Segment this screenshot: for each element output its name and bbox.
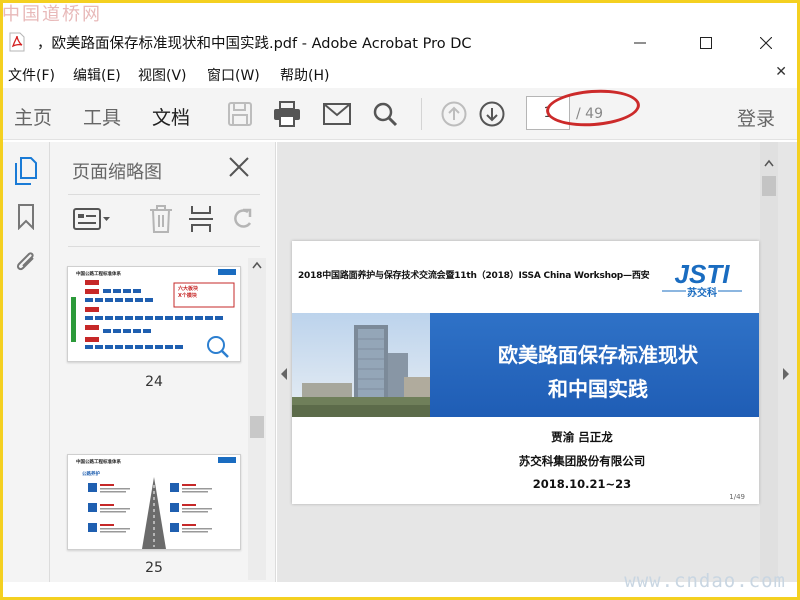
scroll-up-arrow-icon — [252, 261, 262, 269]
print-button[interactable] — [271, 98, 303, 130]
watermark-bottom: www.cndao.com — [624, 570, 786, 592]
menu-file[interactable]: 文件(F) — [8, 65, 55, 85]
slide-header: 2018中国路面养护与保存技术交流会暨11th（2018）ISSA China … — [298, 271, 650, 281]
thumbnail-page-label: 25 — [145, 560, 163, 576]
save-icon — [228, 102, 252, 126]
jsti-logo: JSTI 苏交科 — [662, 259, 742, 299]
page-thumbnails-icon — [15, 157, 37, 185]
title-bar: ，欧美路面保存标准现状和中国实践.pdf - Adobe Acrobat Pro… — [3, 24, 797, 60]
trash-icon — [150, 205, 172, 233]
pdf-page-1: 2018中国路面养护与保存技术交流会暨11th（2018）ISSA China … — [292, 241, 759, 504]
maximize-button[interactable] — [683, 28, 729, 58]
menu-view[interactable]: 视图(V) — [138, 65, 187, 85]
collapse-left-arrow-icon[interactable] — [280, 368, 288, 380]
insert-page-icon — [189, 206, 213, 232]
thumb-diagram — [71, 280, 235, 358]
thumbnail-panel: 页面缩略图 中国公路工程标准体系 六大板块 X个模块 24 中国公路工程标准体系… — [50, 142, 276, 582]
page-thumbnail-25[interactable]: 中国公路工程标准体系 公路养护 — [67, 454, 241, 550]
login-link[interactable]: 登录 — [737, 104, 775, 131]
toolbar: 主页 工具 文档 — [3, 88, 797, 140]
paperclip-icon — [16, 252, 34, 271]
rotate-icon — [234, 208, 252, 228]
panel-divider — [68, 194, 260, 195]
close-icon — [229, 157, 249, 177]
slide-title-line2: 和中国实践 — [548, 377, 648, 401]
bookmark-icon — [18, 204, 34, 230]
maximize-icon — [700, 37, 712, 49]
save-button[interactable] — [224, 98, 256, 130]
slide-page-number: 1/49 — [729, 493, 745, 501]
thumbnail-options-button[interactable] — [72, 204, 112, 234]
page-thumbnail-24[interactable]: 中国公路工程标准体系 六大板块 X个模块 — [67, 266, 241, 362]
panel-title: 页面缩略图 — [72, 162, 162, 183]
page-up-icon — [441, 101, 467, 127]
attachments-button[interactable] — [11, 246, 41, 276]
watermark-top: 中国道桥网 — [2, 4, 102, 25]
mail-icon — [323, 103, 351, 125]
page-down-icon — [479, 101, 505, 127]
thumbnail-page-label: 24 — [145, 374, 163, 390]
toolbar-separator — [421, 98, 422, 130]
thumb-callout: 六大板块 X个模块 — [178, 286, 198, 300]
email-button[interactable] — [321, 98, 353, 130]
svg-text:JSTI: JSTI — [675, 259, 731, 289]
tab-tools[interactable]: 工具 — [83, 103, 121, 130]
close-window-button[interactable] — [743, 28, 789, 58]
menu-window[interactable]: 窗口(W) — [207, 65, 260, 85]
slide-company: 苏交科集团股份有限公司 — [518, 454, 646, 468]
thumb-callout-line: X个模块 — [178, 293, 197, 299]
rotate-page-button[interactable] — [226, 204, 260, 234]
menu-edit[interactable]: 编辑(E) — [73, 65, 121, 85]
tab-home[interactable]: 主页 — [14, 103, 52, 130]
insert-page-button[interactable] — [184, 204, 218, 234]
building-photo — [292, 313, 430, 417]
close-icon — [760, 37, 772, 49]
collapse-right-arrow-icon[interactable] — [782, 368, 790, 380]
options-menu-icon — [73, 208, 110, 230]
slide-date: 2018.10.21~23 — [532, 477, 632, 491]
menu-bar: 文件(F) 编辑(E) 视图(V) 窗口(W) 帮助(H) ✕ — [3, 60, 797, 86]
tab-document[interactable]: 文档 — [152, 103, 190, 130]
scrollbar-thumb[interactable] — [762, 176, 776, 196]
thumb-callout-line: 六大板块 — [178, 286, 199, 292]
search-button[interactable] — [369, 98, 401, 130]
thumbnail-scrollbar[interactable] — [248, 258, 266, 580]
page-thumbnails-button[interactable] — [11, 156, 41, 186]
thumb-road-diagram — [88, 457, 236, 549]
bookmarks-button[interactable] — [11, 202, 41, 232]
pdf-file-icon — [9, 32, 25, 52]
minimize-button[interactable] — [617, 28, 663, 58]
window-title: ，欧美路面保存标准现状和中国实践.pdf - Adobe Acrobat Pro… — [37, 36, 472, 52]
panel-close-button[interactable] — [226, 154, 252, 180]
search-icon — [373, 102, 398, 127]
document-scrollbar[interactable] — [760, 142, 778, 582]
page-up-button[interactable] — [438, 98, 470, 130]
slide-authors: 贾渝 吕正龙 — [551, 430, 613, 444]
minimize-icon — [634, 42, 646, 44]
scrollbar-thumb[interactable] — [250, 416, 264, 438]
panel-divider — [68, 246, 260, 247]
left-rail — [3, 142, 50, 582]
svg-text:苏交科: 苏交科 — [687, 286, 717, 299]
delete-page-button[interactable] — [144, 204, 178, 234]
slide-title-line1: 欧美路面保存标准现状 — [498, 343, 698, 367]
scroll-up-arrow-icon — [764, 159, 774, 167]
page-down-button[interactable] — [476, 98, 508, 130]
menu-close-icon[interactable]: ✕ — [775, 64, 787, 80]
menu-help[interactable]: 帮助(H) — [280, 65, 329, 85]
print-icon — [274, 101, 300, 127]
